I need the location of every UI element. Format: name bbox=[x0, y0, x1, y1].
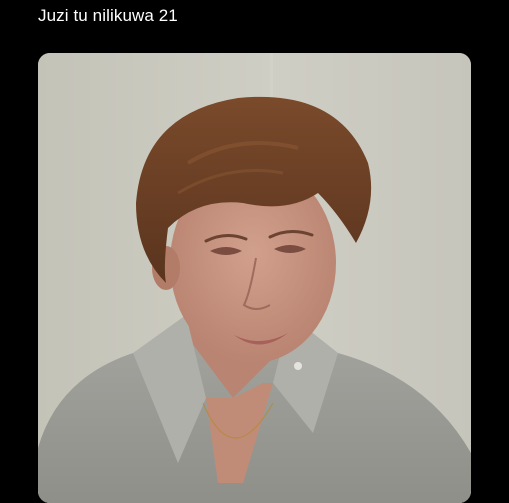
shirt-button bbox=[294, 362, 302, 370]
photo-illustration bbox=[38, 53, 471, 503]
post-photo[interactable] bbox=[38, 53, 471, 503]
post-text: Juzi tu nilikuwa 21 bbox=[38, 6, 178, 25]
